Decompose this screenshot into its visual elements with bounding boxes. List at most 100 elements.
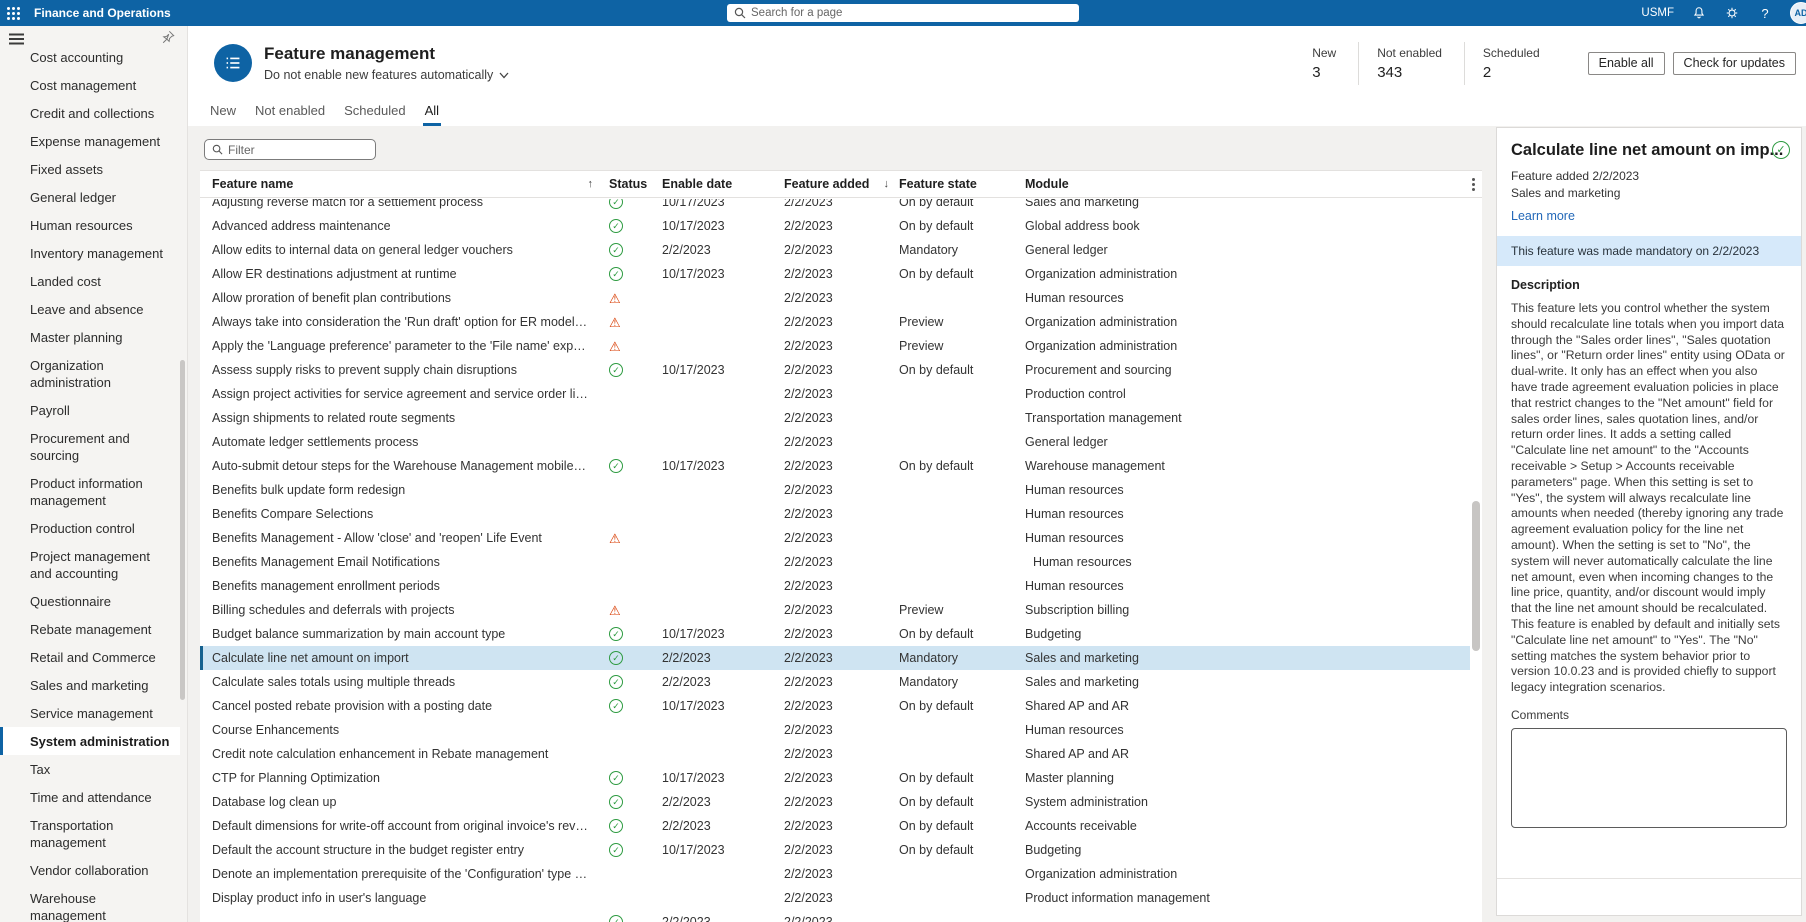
table-row[interactable]: Benefits Management - Allow 'close' and … — [200, 526, 1470, 550]
sidebar-item-human-resources[interactable]: Human resources — [0, 211, 180, 239]
mandatory-banner: This feature was made mandatory on 2/2/2… — [1497, 236, 1801, 266]
table-row[interactable]: Allow ER destinations adjustment at runt… — [200, 262, 1470, 286]
table-row[interactable]: Apply the 'Language preference' paramete… — [200, 334, 1470, 358]
table-row[interactable]: Budget balance summarization by main acc… — [200, 622, 1470, 646]
hamburger-menu-icon[interactable] — [9, 33, 25, 45]
table-row[interactable]: Database log clean up2/2/20232/2/2023On … — [200, 790, 1470, 814]
column-header-module[interactable]: Module — [1025, 177, 1482, 191]
table-row[interactable]: Default dimensions for write-off account… — [200, 814, 1470, 838]
column-header-feature-name[interactable]: Feature name↑ — [212, 177, 603, 191]
table-row[interactable]: Cancel posted rebate provision with a po… — [200, 694, 1470, 718]
table-row[interactable]: Benefits Compare Selections2/2/2023Human… — [200, 502, 1470, 526]
feature-state-cell: Mandatory — [899, 243, 1025, 257]
table-row[interactable]: Always take into consideration the 'Run … — [200, 310, 1470, 334]
table-row[interactable]: Default the account structure in the bud… — [200, 838, 1470, 862]
table-row[interactable]: Calculate line net amount on import2/2/2… — [200, 646, 1470, 670]
column-header-feature-state[interactable]: Feature state — [899, 177, 1025, 191]
column-header-status[interactable]: Status — [603, 177, 662, 191]
sidebar-item-time-and-attendance[interactable]: Time and attendance — [0, 783, 180, 811]
sidebar-item-vendor-collaboration[interactable]: Vendor collaboration — [0, 856, 180, 884]
table-row[interactable]: Adjusting reverse match for a settlement… — [200, 199, 1470, 214]
sidebar-item-retail-and-commerce[interactable]: Retail and Commerce — [0, 643, 180, 671]
table-row[interactable]: Benefits management enrollment periods2/… — [200, 574, 1470, 598]
status-enabled-icon — [609, 795, 623, 809]
table-row[interactable]: Auto-submit detour steps for the Warehou… — [200, 454, 1470, 478]
table-row[interactable]: Assign project activities for service ag… — [200, 382, 1470, 406]
sidebar-item-system-administration[interactable]: System administration — [0, 727, 180, 755]
help-icon[interactable]: ? — [1757, 5, 1773, 21]
check-for-updates-button[interactable]: Check for updates — [1673, 52, 1796, 75]
table-row[interactable]: Display product info in user's language2… — [200, 886, 1470, 910]
sidebar-item-cost-management[interactable]: Cost management — [0, 71, 180, 99]
avatar[interactable]: AD — [1790, 2, 1806, 24]
sidebar-item-payroll[interactable]: Payroll — [0, 396, 180, 424]
table-scrollbar[interactable] — [1472, 501, 1480, 651]
table-row[interactable]: Automate ledger settlements process2/2/2… — [200, 430, 1470, 454]
table-row[interactable]: Billing schedules and deferrals with pro… — [200, 598, 1470, 622]
sidebar-item-general-ledger[interactable]: General ledger — [0, 183, 180, 211]
sidebar-item-procurement-and-sourcing[interactable]: Procurement and sourcing — [0, 424, 180, 469]
sidebar-item-label: Expense management — [30, 134, 160, 149]
sidebar-item-credit-and-collections[interactable]: Credit and collections — [0, 99, 180, 127]
sidebar-item-transportation-management[interactable]: Transportation management — [0, 811, 180, 856]
sidebar-item-cost-accounting[interactable]: Cost accounting — [0, 50, 180, 71]
feature-name-cell: CTP for Planning Optimization — [212, 771, 603, 785]
sidebar-item-project-management-and-accounting[interactable]: Project management and accounting — [0, 542, 180, 587]
learn-more-link[interactable]: Learn more — [1497, 209, 1589, 223]
table-row[interactable]: Assess supply risks to prevent supply ch… — [200, 358, 1470, 382]
table-row[interactable]: Benefits bulk update form redesign2/2/20… — [200, 478, 1470, 502]
table-row[interactable]: CTP for Planning Optimization10/17/20232… — [200, 766, 1470, 790]
sidebar-item-production-control[interactable]: Production control — [0, 514, 180, 542]
company-selector[interactable]: USMF — [1641, 7, 1674, 19]
tab-new[interactable]: New — [208, 100, 238, 126]
sidebar-scrollbar[interactable] — [180, 360, 185, 700]
feature-policy-dropdown[interactable]: Do not enable new features automatically — [264, 68, 509, 82]
pin-icon[interactable] — [161, 30, 175, 49]
sidebar-item-rebate-management[interactable]: Rebate management — [0, 615, 180, 643]
filter-input[interactable] — [228, 143, 375, 157]
sidebar-item-fixed-assets[interactable]: Fixed assets — [0, 155, 180, 183]
sidebar-item-inventory-management[interactable]: Inventory management — [0, 239, 180, 267]
sidebar-item-expense-management[interactable]: Expense management — [0, 127, 180, 155]
sidebar-item-master-planning[interactable]: Master planning — [0, 323, 180, 351]
sidebar-item-questionnaire[interactable]: Questionnaire — [0, 587, 180, 615]
column-header-feature-added[interactable]: Feature added↓ — [784, 177, 899, 191]
notifications-bell-icon[interactable] — [1691, 5, 1707, 21]
status-warning-icon: ⚠ — [609, 292, 621, 305]
stat-not-enabled: Not enabled 343 — [1358, 42, 1464, 85]
table-row[interactable]: Allow proration of benefit plan contribu… — [200, 286, 1470, 310]
global-search[interactable] — [727, 4, 1079, 22]
column-header-enable-date[interactable]: Enable date — [662, 177, 784, 191]
table-row[interactable]: 2/2/20232/2/2023 — [200, 910, 1470, 922]
table-row[interactable]: Benefits Management Email Notifications2… — [200, 550, 1470, 574]
sidebar-item-leave-and-absence[interactable]: Leave and absence — [0, 295, 180, 323]
grid-options-icon[interactable] — [1472, 183, 1475, 186]
tab-not-enabled[interactable]: Not enabled — [253, 100, 327, 126]
comments-textarea[interactable] — [1511, 728, 1787, 828]
sidebar-item-sales-and-marketing[interactable]: Sales and marketing — [0, 671, 180, 699]
feature-state-cell: Preview — [899, 339, 1025, 353]
waffle-menu-icon[interactable] — [0, 0, 26, 26]
sidebar-item-landed-cost[interactable]: Landed cost — [0, 267, 180, 295]
tab-scheduled[interactable]: Scheduled — [342, 100, 407, 126]
table-row[interactable]: Calculate sales totals using multiple th… — [200, 670, 1470, 694]
global-search-input[interactable] — [751, 7, 1079, 19]
feature-stats: New 3 Not enabled 343 Scheduled 2 — [1294, 42, 1561, 85]
table-row[interactable]: Denote an implementation prerequisite of… — [200, 862, 1470, 886]
enable-all-button[interactable]: Enable all — [1588, 52, 1665, 75]
table-row[interactable]: Advanced address maintenance10/17/20232/… — [200, 214, 1470, 238]
module-cell: Human resources — [1025, 723, 1470, 737]
table-row[interactable]: Allow edits to internal data on general … — [200, 238, 1470, 262]
sidebar-item-product-information-management[interactable]: Product information management — [0, 469, 180, 514]
table-row[interactable]: Course Enhancements2/2/2023Human resourc… — [200, 718, 1470, 742]
settings-gear-icon[interactable] — [1724, 5, 1740, 21]
sidebar-item-warehouse-management[interactable]: Warehouse management — [0, 884, 180, 922]
sidebar-item-organization-administration[interactable]: Organization administration — [0, 351, 180, 396]
table-row[interactable]: Assign shipments to related route segmen… — [200, 406, 1470, 430]
table-row[interactable]: Credit note calculation enhancement in R… — [200, 742, 1470, 766]
sidebar-item-tax[interactable]: Tax — [0, 755, 180, 783]
sidebar-item-service-management[interactable]: Service management — [0, 699, 180, 727]
filter-box[interactable] — [204, 139, 376, 160]
tab-all[interactable]: All — [423, 100, 441, 126]
feature-added-cell: 2/2/2023 — [784, 199, 899, 209]
